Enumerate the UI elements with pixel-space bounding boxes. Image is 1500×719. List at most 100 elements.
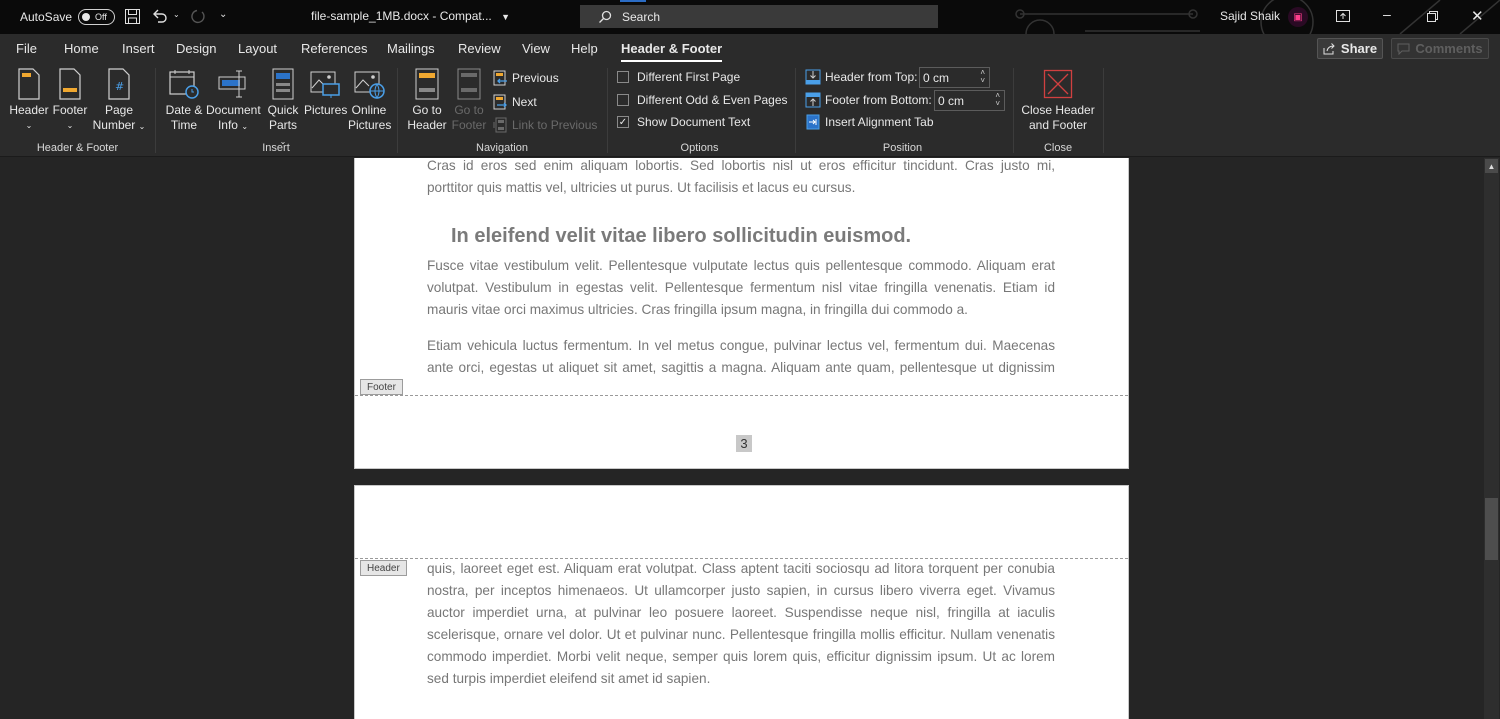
different-odd-even-checkbox[interactable]: Different Odd & Even Pages	[617, 91, 788, 109]
insert-alignment-tab-button[interactable]: Insert Alignment Tab	[805, 113, 934, 131]
page-number-icon: #	[108, 68, 130, 100]
redo-icon[interactable]	[189, 8, 206, 25]
checkbox-checked[interactable]: ✓	[617, 116, 629, 128]
document-page[interactable]: Cras id eros sed enim aliquam lobortis. …	[354, 158, 1129, 469]
date-time-label-2: Time	[170, 118, 198, 132]
go-to-footer-label-1: Go to	[454, 103, 484, 117]
avatar[interactable]: ▣	[1288, 7, 1308, 27]
next-button[interactable]: Next	[493, 93, 537, 111]
ribbon-display-options-icon[interactable]	[1336, 10, 1350, 22]
show-document-text-label: Show Document Text	[637, 115, 751, 129]
autosave-switch[interactable]: Off	[78, 9, 116, 25]
comments-button[interactable]: Comments	[1391, 38, 1489, 59]
previous-button[interactable]: Previous	[493, 69, 559, 87]
undo-icon[interactable]	[152, 8, 168, 24]
autosave-toggle[interactable]: AutoSave Off	[20, 9, 116, 25]
header-from-top-input[interactable]: 0 cm ˄ ˅	[919, 67, 990, 88]
quick-parts-icon	[272, 68, 294, 100]
scroll-thumb[interactable]	[1485, 498, 1498, 560]
save-icon[interactable]	[124, 8, 141, 25]
group-label-options: Options	[680, 142, 719, 154]
paragraph[interactable]: Cras id eros sed enim aliquam lobortis. …	[427, 158, 1055, 199]
tab-file[interactable]: File	[16, 41, 37, 56]
document-info-label-1: Document	[206, 103, 261, 117]
document-title-text: file-sample_1MB.docx - Compat...	[311, 9, 492, 23]
document-info-button[interactable]: Document Info ⌄	[206, 68, 261, 134]
paragraph[interactable]: Etiam vehicula luctus fermentum. In vel …	[427, 335, 1055, 379]
checkbox-unchecked[interactable]	[617, 71, 629, 83]
user-name[interactable]: Sajid Shaik	[1220, 9, 1280, 23]
page-number-field[interactable]: 3	[736, 435, 752, 452]
minimize-icon[interactable]: –	[1383, 6, 1391, 22]
tab-references[interactable]: References	[301, 41, 367, 56]
footer-from-bottom-control: Footer from Bottom:	[805, 91, 932, 109]
group-separator	[607, 68, 608, 153]
paragraph[interactable]: Fusce vitae vestibulum velit. Pellentesq…	[427, 255, 1055, 321]
close-window-icon[interactable]: ✕	[1471, 7, 1484, 25]
customize-toolbar-icon[interactable]: ⌄	[219, 9, 227, 20]
share-button[interactable]: Share	[1317, 38, 1383, 59]
tab-help[interactable]: Help	[571, 41, 598, 56]
header-icon	[18, 68, 40, 100]
document-info-icon	[218, 70, 246, 98]
document-canvas: Cras id eros sed enim aliquam lobortis. …	[0, 158, 1500, 719]
group-separator	[397, 68, 398, 153]
online-pictures-label-2: Pictures	[348, 118, 392, 132]
paragraph[interactable]: quis, laoreet eget est. Aliquam erat vol…	[427, 558, 1055, 690]
footer-from-bottom-value: 0 cm	[938, 93, 965, 108]
restore-icon[interactable]	[1427, 11, 1438, 22]
footer-dropdown-icon: ⌄	[66, 121, 74, 130]
go-to-header-button[interactable]: Go to Header	[405, 68, 449, 133]
spin-down-icon[interactable]: ˅	[980, 77, 985, 85]
checkbox-unchecked[interactable]	[617, 94, 629, 106]
go-to-footer-label-2: Footer	[451, 118, 487, 132]
footer-button[interactable]: Footer ⌄	[52, 68, 88, 133]
search-accent	[620, 0, 646, 2]
search-input[interactable]: Search	[580, 0, 938, 28]
different-first-page-label: Different First Page	[637, 70, 741, 84]
tab-review[interactable]: Review	[458, 41, 501, 56]
page-number-label-2: Number	[92, 118, 136, 132]
paragraph-line: Cras id eros sed enim aliquam lobortis. …	[427, 158, 1055, 173]
footer-boundary	[355, 395, 1128, 396]
title-bar: AutoSave Off ⌄ ⌄ file-sample_1MB.docx - …	[0, 0, 1500, 34]
search-placeholder: Search	[622, 9, 661, 24]
spin-down-icon[interactable]: ˅	[995, 100, 1000, 108]
footer-from-bottom-label: Footer from Bottom:	[825, 93, 932, 107]
section-heading[interactable]: In eleifend velit vitae libero sollicitu…	[451, 225, 911, 248]
tab-layout[interactable]: Layout	[238, 41, 277, 56]
quick-parts-button[interactable]: Quick Parts ⌄	[264, 68, 302, 149]
scroll-up-icon[interactable]: ▲	[1485, 159, 1498, 173]
document-title[interactable]: file-sample_1MB.docx - Compat... ▼	[311, 9, 510, 23]
tab-header-footer[interactable]: Header & Footer	[621, 41, 723, 62]
undo-dropdown-icon[interactable]: ⌄	[173, 10, 180, 19]
online-pictures-button[interactable]: Online Pictures	[348, 68, 392, 133]
tab-design[interactable]: Design	[176, 41, 216, 56]
comment-icon	[1397, 43, 1410, 55]
go-to-footer-button[interactable]: Go to Footer	[450, 68, 488, 133]
close-header-footer-button[interactable]: Close Header and Footer	[1018, 68, 1098, 133]
group-separator	[1013, 68, 1014, 153]
group-label-close: Close	[1043, 142, 1073, 154]
tab-insert[interactable]: Insert	[122, 41, 155, 56]
online-pictures-label-1: Online	[351, 103, 387, 117]
date-time-button[interactable]: Date & Time	[162, 68, 206, 133]
close-header-footer-icon	[1043, 69, 1073, 99]
quick-parts-label-1: Quick	[267, 103, 299, 117]
document-page[interactable]: Header quis, laoreet eget est. Aliquam e…	[354, 485, 1129, 719]
previous-icon	[493, 70, 507, 86]
link-to-previous-button[interactable]: Link to Previous	[493, 116, 597, 134]
header-label: Header	[9, 103, 49, 117]
different-first-page-checkbox[interactable]: Different First Page	[617, 68, 740, 86]
footer-from-bottom-input[interactable]: 0 cm ˄ ˅	[934, 90, 1005, 111]
show-document-text-checkbox[interactable]: ✓ Show Document Text	[617, 113, 750, 131]
vertical-scrollbar[interactable]: ▲	[1484, 158, 1499, 719]
tab-view[interactable]: View	[522, 41, 550, 56]
tab-home[interactable]: Home	[64, 41, 99, 56]
header-button[interactable]: Header ⌄	[8, 68, 50, 133]
page-number-button[interactable]: # Page Number ⌄	[91, 68, 147, 134]
pictures-button[interactable]: Pictures	[304, 68, 347, 118]
group-label-position: Position	[882, 142, 923, 154]
tab-mailings[interactable]: Mailings	[387, 41, 435, 56]
autosave-label: AutoSave	[20, 10, 73, 24]
